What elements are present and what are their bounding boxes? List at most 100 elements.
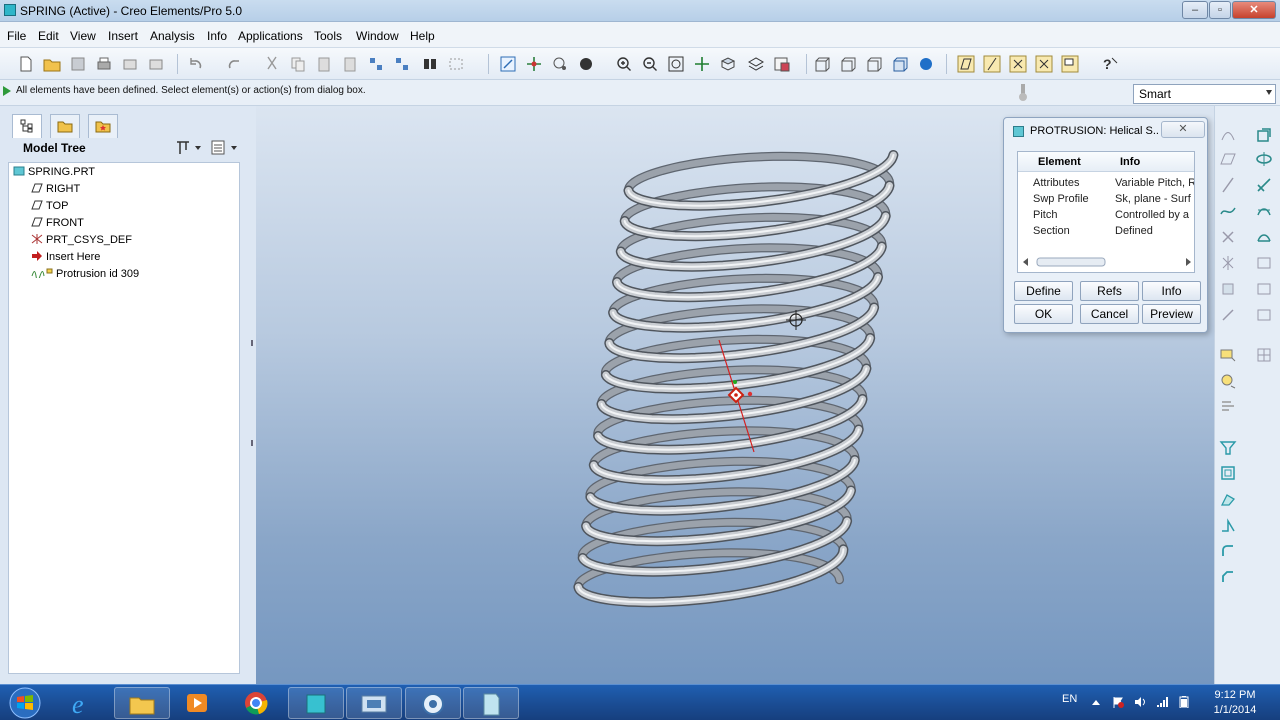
reorient-icon[interactable]: [692, 54, 712, 74]
boundary-blend-icon[interactable]: [1255, 228, 1273, 246]
no-hidden-icon[interactable]: [864, 54, 884, 74]
regen-manager-icon[interactable]: [392, 54, 412, 74]
tree-settings-icon[interactable]: [174, 139, 204, 157]
paste-special-icon[interactable]: [340, 54, 360, 74]
taskbar-file-explorer[interactable]: [114, 687, 170, 719]
menu-applications[interactable]: Applications: [238, 29, 303, 43]
wireframe-icon[interactable]: [812, 54, 832, 74]
axis-icon[interactable]: [1219, 176, 1237, 194]
hidden-line-icon[interactable]: [838, 54, 858, 74]
datum-plane-tool-icon[interactable]: [1255, 126, 1273, 144]
point-icon[interactable]: [1219, 228, 1237, 246]
spin-center-icon[interactable]: [524, 54, 544, 74]
layers-icon[interactable]: [746, 54, 766, 74]
round-tool-icon[interactable]: [1219, 542, 1237, 560]
shading-icon[interactable]: [890, 54, 910, 74]
shading-edges-icon[interactable]: [916, 54, 936, 74]
undo-icon[interactable]: [186, 54, 206, 74]
paste-icon[interactable]: [314, 54, 334, 74]
extrude-icon[interactable]: [1219, 346, 1237, 364]
chamfer-icon[interactable]: [1255, 306, 1273, 324]
sweep-icon[interactable]: [1255, 176, 1273, 194]
hole-icon[interactable]: [1219, 438, 1237, 456]
blend-icon[interactable]: [1255, 202, 1273, 220]
table-cell-info[interactable]: Defined: [1115, 225, 1153, 237]
start-button-icon[interactable]: [4, 686, 46, 720]
refit-icon[interactable]: [666, 54, 686, 74]
grid-icon[interactable]: [1255, 346, 1273, 364]
context-help-icon[interactable]: ?: [1100, 54, 1120, 74]
language-indicator[interactable]: EN: [1062, 693, 1077, 705]
dialog-close-button[interactable]: ✕: [1161, 121, 1205, 138]
taskbar-media-player[interactable]: [170, 687, 226, 719]
show-menu-icon[interactable]: [210, 139, 240, 157]
revolve-icon[interactable]: [1255, 150, 1273, 168]
appearance-sphere-icon[interactable]: [576, 54, 596, 74]
redo-icon[interactable]: [224, 54, 244, 74]
horizontal-scrollbar[interactable]: [1021, 256, 1193, 268]
show-hidden-icons-icon[interactable]: [1090, 696, 1102, 708]
minimize-button[interactable]: –: [1182, 1, 1208, 19]
tree-item-prt-csys-def[interactable]: PRT_CSYS_DEF: [31, 234, 132, 246]
define-button[interactable]: Define: [1014, 281, 1073, 301]
close-button[interactable]: ✕: [1232, 1, 1276, 19]
info-button[interactable]: Info: [1142, 281, 1201, 301]
table-cell-info[interactable]: Sk, plane - Surf: [1115, 193, 1191, 205]
tab-folder-browser[interactable]: [50, 114, 80, 138]
view-manager-icon[interactable]: [772, 54, 792, 74]
plane-icon[interactable]: [1219, 150, 1237, 168]
csys-tool-icon[interactable]: [1219, 254, 1237, 272]
annotations-icon[interactable]: [1060, 54, 1080, 74]
zoom-out-icon[interactable]: [640, 54, 660, 74]
shell-icon[interactable]: [1219, 464, 1237, 482]
send-mail-icon[interactable]: [120, 54, 140, 74]
draft-icon[interactable]: [1219, 516, 1237, 534]
table-cell-info[interactable]: Variable Pitch, R: [1115, 177, 1194, 189]
preview-button[interactable]: Preview: [1142, 304, 1201, 324]
datum-planes-icon[interactable]: [956, 54, 976, 74]
tree-item-front[interactable]: FRONT: [31, 217, 84, 229]
zoom-in-icon[interactable]: [614, 54, 634, 74]
tab-favorites[interactable]: [88, 114, 118, 138]
constraint-icon[interactable]: [1219, 306, 1237, 324]
tree-item-insert-here[interactable]: Insert Here: [31, 251, 100, 263]
datum-axes-icon[interactable]: [982, 54, 1002, 74]
open-folder-icon[interactable]: [42, 54, 62, 74]
chamfer-tool-icon[interactable]: [1219, 568, 1237, 586]
menu-tools[interactable]: Tools: [314, 29, 342, 43]
revolve-tool-icon[interactable]: [1219, 372, 1237, 390]
style-icon[interactable]: [1255, 254, 1273, 272]
refs-button[interactable]: Refs: [1080, 281, 1139, 301]
orient-mode-icon[interactable]: [550, 54, 570, 74]
repaint-icon[interactable]: [498, 54, 518, 74]
menu-help[interactable]: Help: [410, 29, 435, 43]
selection-filter-select[interactable]: Smart: [1133, 84, 1276, 104]
table-cell-element[interactable]: Attributes: [1033, 177, 1079, 189]
menu-file[interactable]: File: [7, 29, 26, 43]
find-icon[interactable]: [420, 54, 440, 74]
menu-info[interactable]: Info: [207, 29, 227, 43]
maximize-button[interactable]: ▫: [1209, 1, 1231, 19]
menu-window[interactable]: Window: [356, 29, 399, 43]
saved-views-icon[interactable]: [718, 54, 738, 74]
menu-view[interactable]: View: [70, 29, 96, 43]
datum-points-icon[interactable]: [1008, 54, 1028, 74]
rib-icon[interactable]: [1219, 490, 1237, 508]
menu-edit[interactable]: Edit: [38, 29, 59, 43]
analysis-icon[interactable]: [1219, 280, 1237, 298]
select-box-icon[interactable]: [446, 54, 466, 74]
system-clock[interactable]: 9:12 PM 1/1/2014: [1205, 688, 1265, 718]
taskbar-internet-explorer[interactable]: e: [55, 687, 111, 719]
network-signal-icon[interactable]: [1156, 696, 1168, 708]
round-icon[interactable]: [1255, 280, 1273, 298]
tree-item-protrusion[interactable]: Protrusion id 309: [31, 268, 139, 280]
curve-icon[interactable]: [1219, 202, 1237, 220]
cancel-button[interactable]: Cancel: [1080, 304, 1139, 324]
print-icon[interactable]: [94, 54, 114, 74]
send-link-icon[interactable]: [146, 54, 166, 74]
table-cell-element[interactable]: Section: [1033, 225, 1070, 237]
battery-icon[interactable]: [1178, 696, 1190, 708]
taskbar-quicktime[interactable]: [405, 687, 461, 719]
taskbar-creo[interactable]: [288, 687, 344, 719]
sketch-icon[interactable]: [1219, 126, 1237, 144]
